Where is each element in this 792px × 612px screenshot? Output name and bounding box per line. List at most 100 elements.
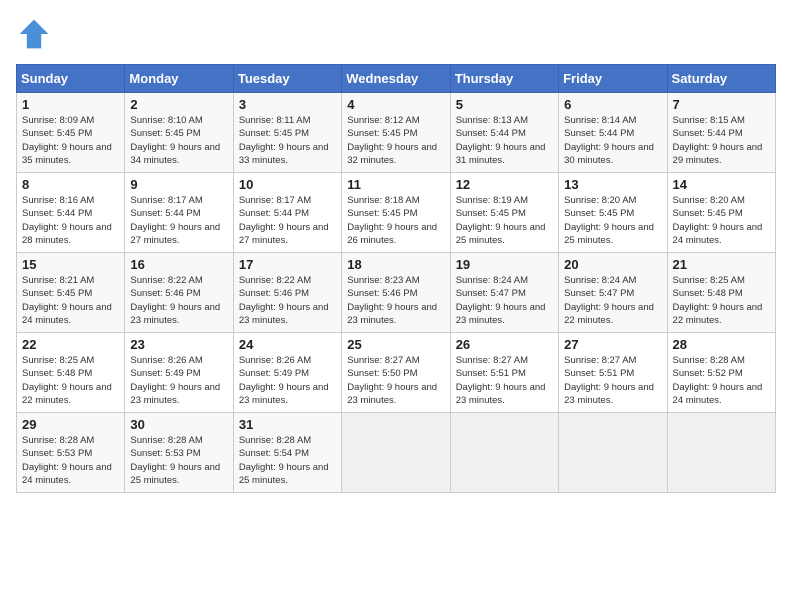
day-number: 13 [564,177,661,192]
day-info: Sunrise: 8:28 AMSunset: 5:53 PMDaylight:… [22,435,112,486]
day-number: 11 [347,177,444,192]
calendar-cell: 11 Sunrise: 8:18 AMSunset: 5:45 PMDayligh… [342,173,450,253]
day-info: Sunrise: 8:25 AMSunset: 5:48 PMDaylight:… [673,275,763,326]
calendar-cell: 31 Sunrise: 8:28 AMSunset: 5:54 PMDayligh… [233,413,341,493]
day-info: Sunrise: 8:13 AMSunset: 5:44 PMDaylight:… [456,115,546,166]
day-number: 30 [130,417,227,432]
calendar-cell: 15 Sunrise: 8:21 AMSunset: 5:45 PMDayligh… [17,253,125,333]
day-number: 21 [673,257,770,272]
calendar-cell: 16 Sunrise: 8:22 AMSunset: 5:46 PMDayligh… [125,253,233,333]
day-info: Sunrise: 8:22 AMSunset: 5:46 PMDaylight:… [239,275,329,326]
day-number: 16 [130,257,227,272]
day-number: 19 [456,257,553,272]
day-info: Sunrise: 8:10 AMSunset: 5:45 PMDaylight:… [130,115,220,166]
day-info: Sunrise: 8:28 AMSunset: 5:52 PMDaylight:… [673,355,763,406]
day-number: 20 [564,257,661,272]
week-row-2: 15 Sunrise: 8:21 AMSunset: 5:45 PMDayligh… [17,253,776,333]
day-info: Sunrise: 8:20 AMSunset: 5:45 PMDaylight:… [673,195,763,246]
calendar-cell: 27 Sunrise: 8:27 AMSunset: 5:51 PMDayligh… [559,333,667,413]
column-header-saturday: Saturday [667,65,775,93]
day-info: Sunrise: 8:24 AMSunset: 5:47 PMDaylight:… [564,275,654,326]
calendar-cell: 9 Sunrise: 8:17 AMSunset: 5:44 PMDaylight… [125,173,233,253]
calendar-table: SundayMondayTuesdayWednesdayThursdayFrid… [16,64,776,493]
header-row: SundayMondayTuesdayWednesdayThursdayFrid… [17,65,776,93]
calendar-cell: 26 Sunrise: 8:27 AMSunset: 5:51 PMDayligh… [450,333,558,413]
week-row-0: 1 Sunrise: 8:09 AMSunset: 5:45 PMDaylight… [17,93,776,173]
calendar-cell: 22Sunrise: 8:25 AMSunset: 5:48 PMDayligh… [17,333,125,413]
calendar-cell: 28 Sunrise: 8:28 AMSunset: 5:52 PMDayligh… [667,333,775,413]
day-info: Sunrise: 8:16 AMSunset: 5:44 PMDaylight:… [22,195,112,246]
column-header-wednesday: Wednesday [342,65,450,93]
calendar-cell: 24 Sunrise: 8:26 AMSunset: 5:49 PMDayligh… [233,333,341,413]
day-number: 29 [22,417,119,432]
day-info: Sunrise: 8:20 AMSunset: 5:45 PMDaylight:… [564,195,654,246]
day-info: Sunrise: 8:18 AMSunset: 5:45 PMDaylight:… [347,195,437,246]
day-info: Sunrise: 8:17 AMSunset: 5:44 PMDaylight:… [239,195,329,246]
day-info: Sunrise: 8:12 AMSunset: 5:45 PMDaylight:… [347,115,437,166]
calendar-cell: 7 Sunrise: 8:15 AMSunset: 5:44 PMDaylight… [667,93,775,173]
day-number: 17 [239,257,336,272]
calendar-cell: 3 Sunrise: 8:11 AMSunset: 5:45 PMDaylight… [233,93,341,173]
page-header [16,16,776,52]
calendar-cell: 2 Sunrise: 8:10 AMSunset: 5:45 PMDaylight… [125,93,233,173]
day-info: Sunrise: 8:27 AMSunset: 5:51 PMDaylight:… [564,355,654,406]
day-number: 5 [456,97,553,112]
column-header-tuesday: Tuesday [233,65,341,93]
day-number: 24 [239,337,336,352]
day-number: 22 [22,337,119,352]
day-number: 27 [564,337,661,352]
calendar-cell: 6Sunrise: 8:14 AMSunset: 5:44 PMDaylight… [559,93,667,173]
day-info: Sunrise: 8:15 AMSunset: 5:44 PMDaylight:… [673,115,763,166]
day-info: Sunrise: 8:28 AMSunset: 5:53 PMDaylight:… [130,435,220,486]
column-header-monday: Monday [125,65,233,93]
day-number: 31 [239,417,336,432]
day-number: 15 [22,257,119,272]
day-info: Sunrise: 8:19 AMSunset: 5:45 PMDaylight:… [456,195,546,246]
calendar-cell [559,413,667,493]
day-info: Sunrise: 8:11 AMSunset: 5:45 PMDaylight:… [239,115,329,166]
week-row-1: 8 Sunrise: 8:16 AMSunset: 5:44 PMDaylight… [17,173,776,253]
day-info: Sunrise: 8:09 AMSunset: 5:45 PMDaylight:… [22,115,112,166]
calendar-cell: 13 Sunrise: 8:20 AMSunset: 5:45 PMDayligh… [559,173,667,253]
calendar-cell: 21 Sunrise: 8:25 AMSunset: 5:48 PMDayligh… [667,253,775,333]
day-number: 9 [130,177,227,192]
day-info: Sunrise: 8:27 AMSunset: 5:51 PMDaylight:… [456,355,546,406]
calendar-cell [342,413,450,493]
day-number: 2 [130,97,227,112]
day-info: Sunrise: 8:24 AMSunset: 5:47 PMDaylight:… [456,275,546,326]
logo-icon [16,16,52,52]
day-number: 12 [456,177,553,192]
column-header-friday: Friday [559,65,667,93]
day-number: 1 [22,97,119,112]
day-number: 28 [673,337,770,352]
calendar-cell: 29 Sunrise: 8:28 AMSunset: 5:53 PMDayligh… [17,413,125,493]
calendar-cell: 8 Sunrise: 8:16 AMSunset: 5:44 PMDaylight… [17,173,125,253]
calendar-cell: 1 Sunrise: 8:09 AMSunset: 5:45 PMDaylight… [17,93,125,173]
logo [16,16,56,52]
day-info: Sunrise: 8:17 AMSunset: 5:44 PMDaylight:… [130,195,220,246]
day-number: 8 [22,177,119,192]
day-number: 23 [130,337,227,352]
week-row-4: 29 Sunrise: 8:28 AMSunset: 5:53 PMDayligh… [17,413,776,493]
day-number: 18 [347,257,444,272]
day-number: 3 [239,97,336,112]
day-number: 6 [564,97,661,112]
calendar-cell: 4 Sunrise: 8:12 AMSunset: 5:45 PMDaylight… [342,93,450,173]
day-number: 4 [347,97,444,112]
day-number: 7 [673,97,770,112]
calendar-cell: 14Sunrise: 8:20 AMSunset: 5:45 PMDayligh… [667,173,775,253]
day-info: Sunrise: 8:26 AMSunset: 5:49 PMDaylight:… [239,355,329,406]
day-number: 26 [456,337,553,352]
day-info: Sunrise: 8:27 AMSunset: 5:50 PMDaylight:… [347,355,437,406]
calendar-cell: 17 Sunrise: 8:22 AMSunset: 5:46 PMDayligh… [233,253,341,333]
calendar-cell: 19 Sunrise: 8:24 AMSunset: 5:47 PMDayligh… [450,253,558,333]
calendar-cell: 20 Sunrise: 8:24 AMSunset: 5:47 PMDayligh… [559,253,667,333]
calendar-cell [667,413,775,493]
column-header-thursday: Thursday [450,65,558,93]
day-info: Sunrise: 8:28 AMSunset: 5:54 PMDaylight:… [239,435,329,486]
column-header-sunday: Sunday [17,65,125,93]
day-info: Sunrise: 8:22 AMSunset: 5:46 PMDaylight:… [130,275,220,326]
day-info: Sunrise: 8:23 AMSunset: 5:46 PMDaylight:… [347,275,437,326]
day-info: Sunrise: 8:21 AMSunset: 5:45 PMDaylight:… [22,275,112,326]
calendar-cell: 5 Sunrise: 8:13 AMSunset: 5:44 PMDaylight… [450,93,558,173]
